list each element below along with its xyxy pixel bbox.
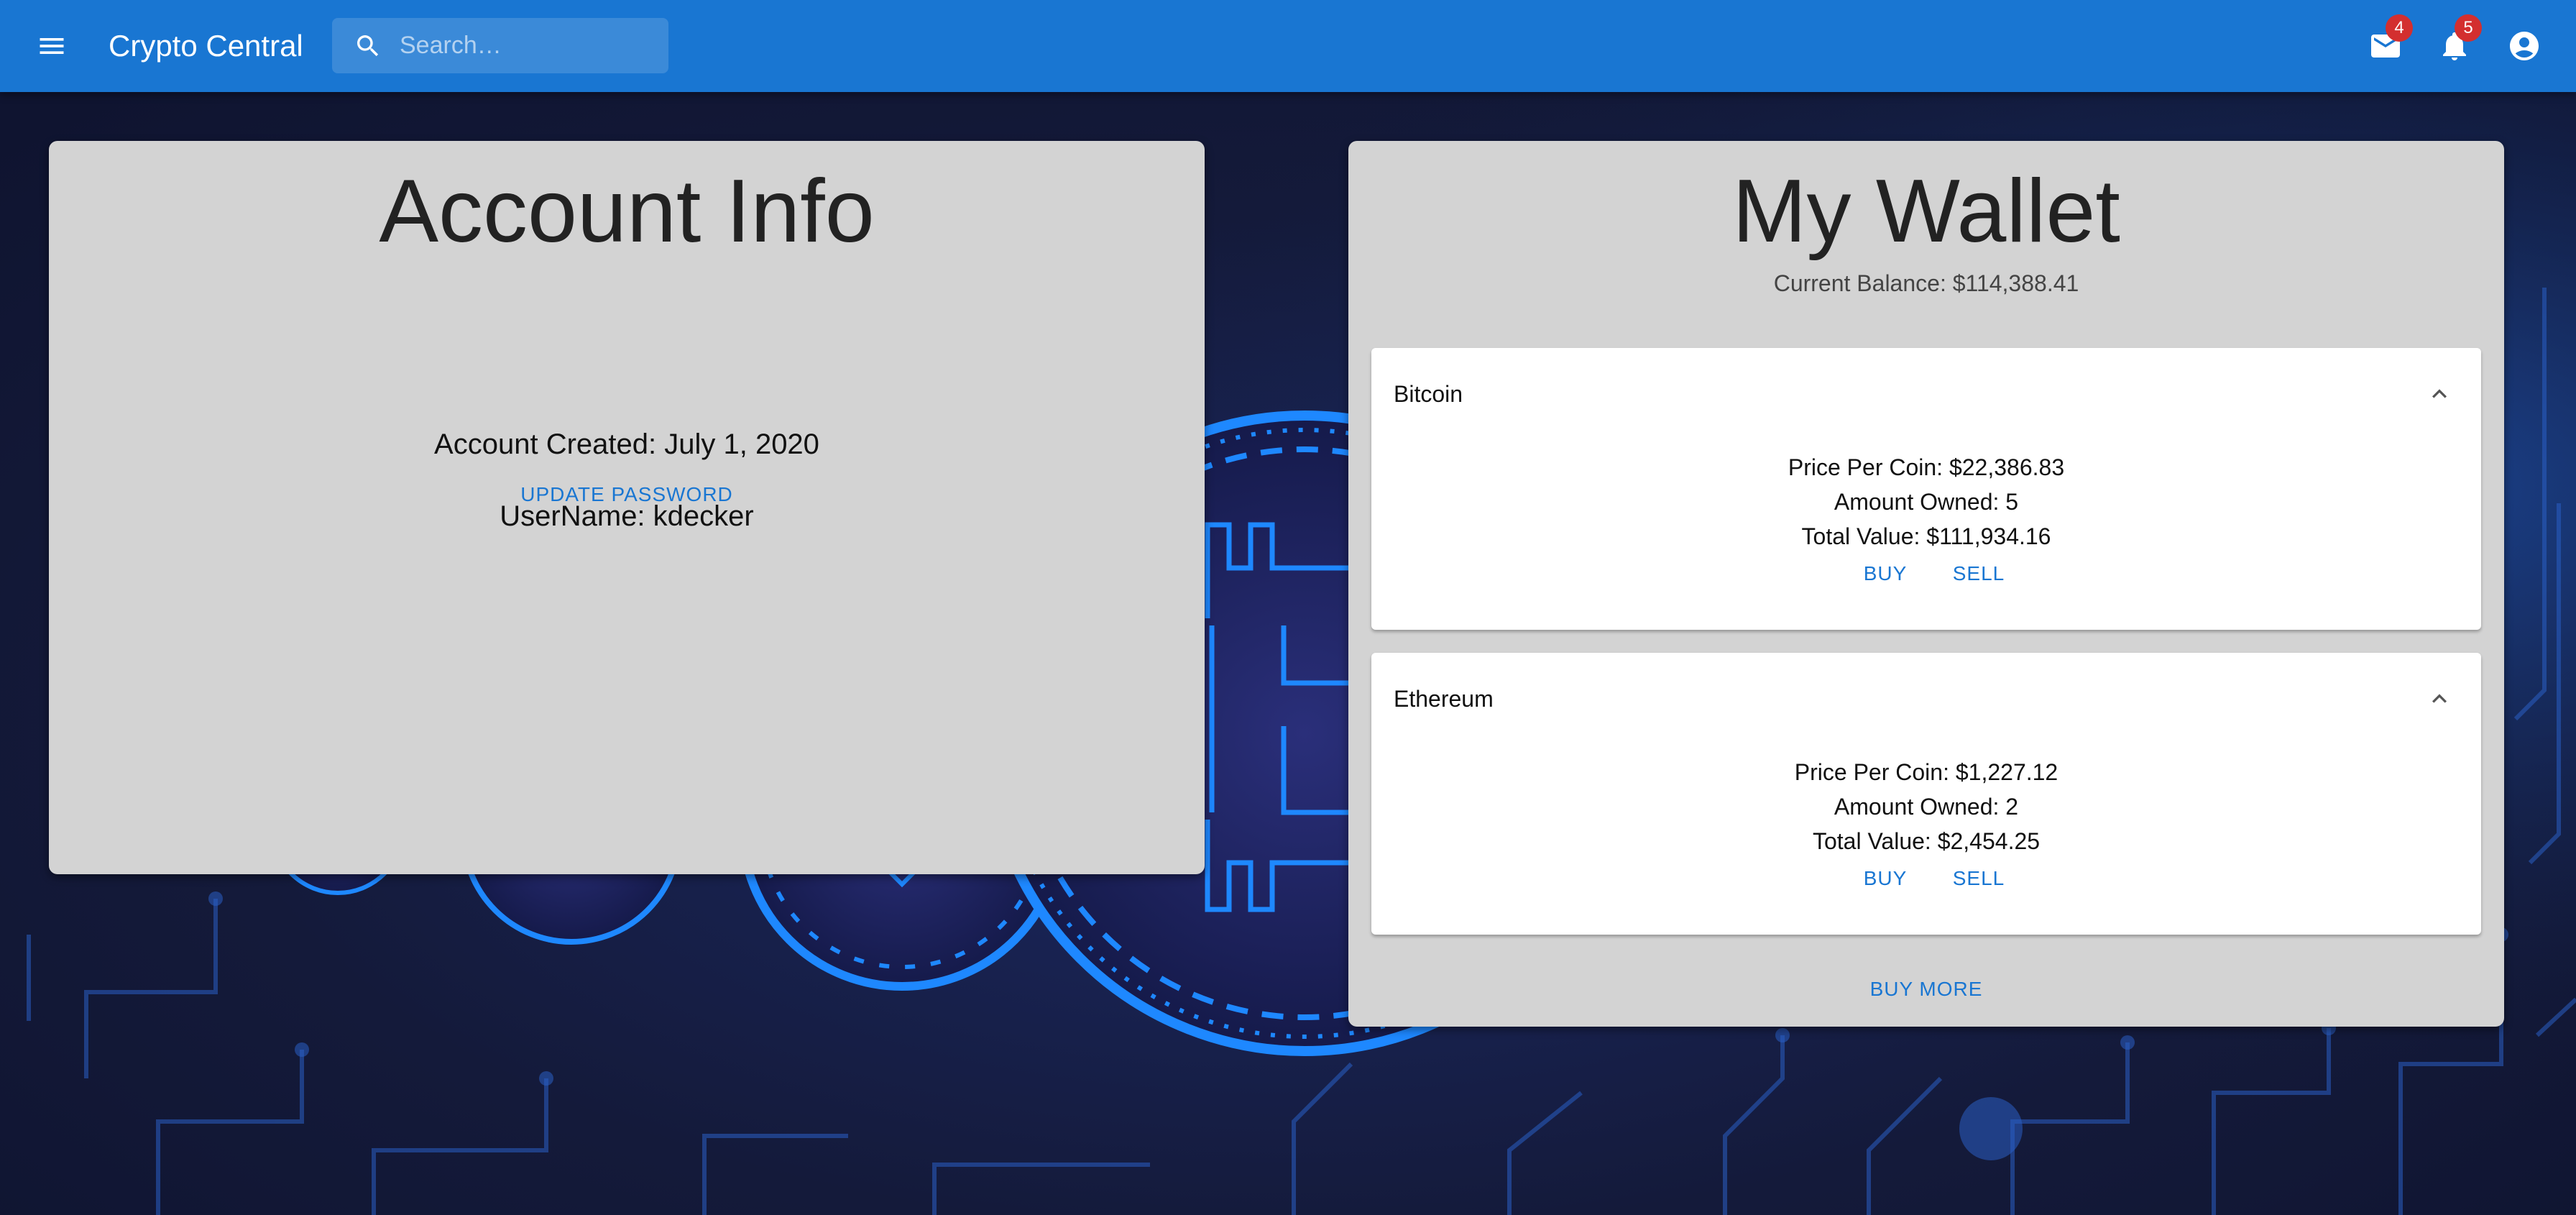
coin-total: Total Value: $111,934.16 — [1801, 523, 2051, 549]
wallet-title: My Wallet — [1732, 162, 2120, 261]
mail-button[interactable]: 4 — [2365, 14, 2413, 66]
account-button[interactable] — [2504, 26, 2544, 66]
buy-button[interactable]: BUY — [1857, 556, 1914, 591]
coin-panel-ethereum: Ethereum Price Per Coin: $1,227.12 Amoun… — [1371, 653, 2481, 935]
notification-badge: 5 — [2455, 14, 2482, 42]
account-info-title: Account Info — [379, 162, 875, 261]
buy-more-button[interactable]: BUY MORE — [1348, 975, 2504, 1004]
mail-badge: 4 — [2386, 14, 2413, 42]
update-password-button[interactable]: UPDATE PASSWORD — [49, 480, 1205, 509]
wallet-card: My Wallet Current Balance: $114,388.41 B… — [1348, 141, 2504, 1027]
search-box — [332, 18, 668, 73]
coin-price: Price Per Coin: $1,227.12 — [1794, 759, 2058, 785]
sell-button[interactable]: SELL — [1946, 861, 2011, 896]
account-info-card: Account Info Account Created: July 1, 20… — [49, 141, 1205, 874]
account-circle-icon — [2510, 32, 2539, 60]
chevron-up-icon — [2432, 389, 2447, 398]
search-icon — [357, 35, 379, 57]
search-input[interactable] — [400, 18, 658, 73]
coin-price: Price Per Coin: $22,386.83 — [1788, 454, 2065, 480]
chevron-up-icon — [2432, 694, 2447, 703]
coin-panel-header-ethereum[interactable]: Ethereum — [1371, 653, 2481, 745]
app-title: Crypto Central — [109, 29, 303, 63]
coin-panel-bitcoin: Bitcoin Price Per Coin: $22,386.83 Amoun… — [1371, 348, 2481, 630]
coin-amount: Amount Owned: 2 — [1834, 794, 2019, 820]
account-created-text: Account Created: July 1, 2020 — [434, 428, 819, 460]
menu-button[interactable] — [32, 26, 72, 66]
coin-total: Total Value: $2,454.25 — [1812, 828, 2041, 854]
sell-button[interactable]: SELL — [1946, 556, 2011, 591]
buy-button[interactable]: BUY — [1857, 861, 1914, 896]
current-balance: Current Balance: $114,388.41 — [1773, 270, 2079, 296]
coin-amount: Amount Owned: 5 — [1834, 489, 2019, 515]
menu-icon — [40, 38, 64, 54]
notifications-button[interactable]: 5 — [2434, 14, 2482, 66]
coin-panel-header-bitcoin[interactable]: Bitcoin — [1371, 348, 2481, 440]
coin-name: Ethereum — [1394, 686, 1494, 712]
app-bar: Crypto Central 4 5 — [0, 0, 2576, 92]
coin-name: Bitcoin — [1394, 381, 1463, 407]
